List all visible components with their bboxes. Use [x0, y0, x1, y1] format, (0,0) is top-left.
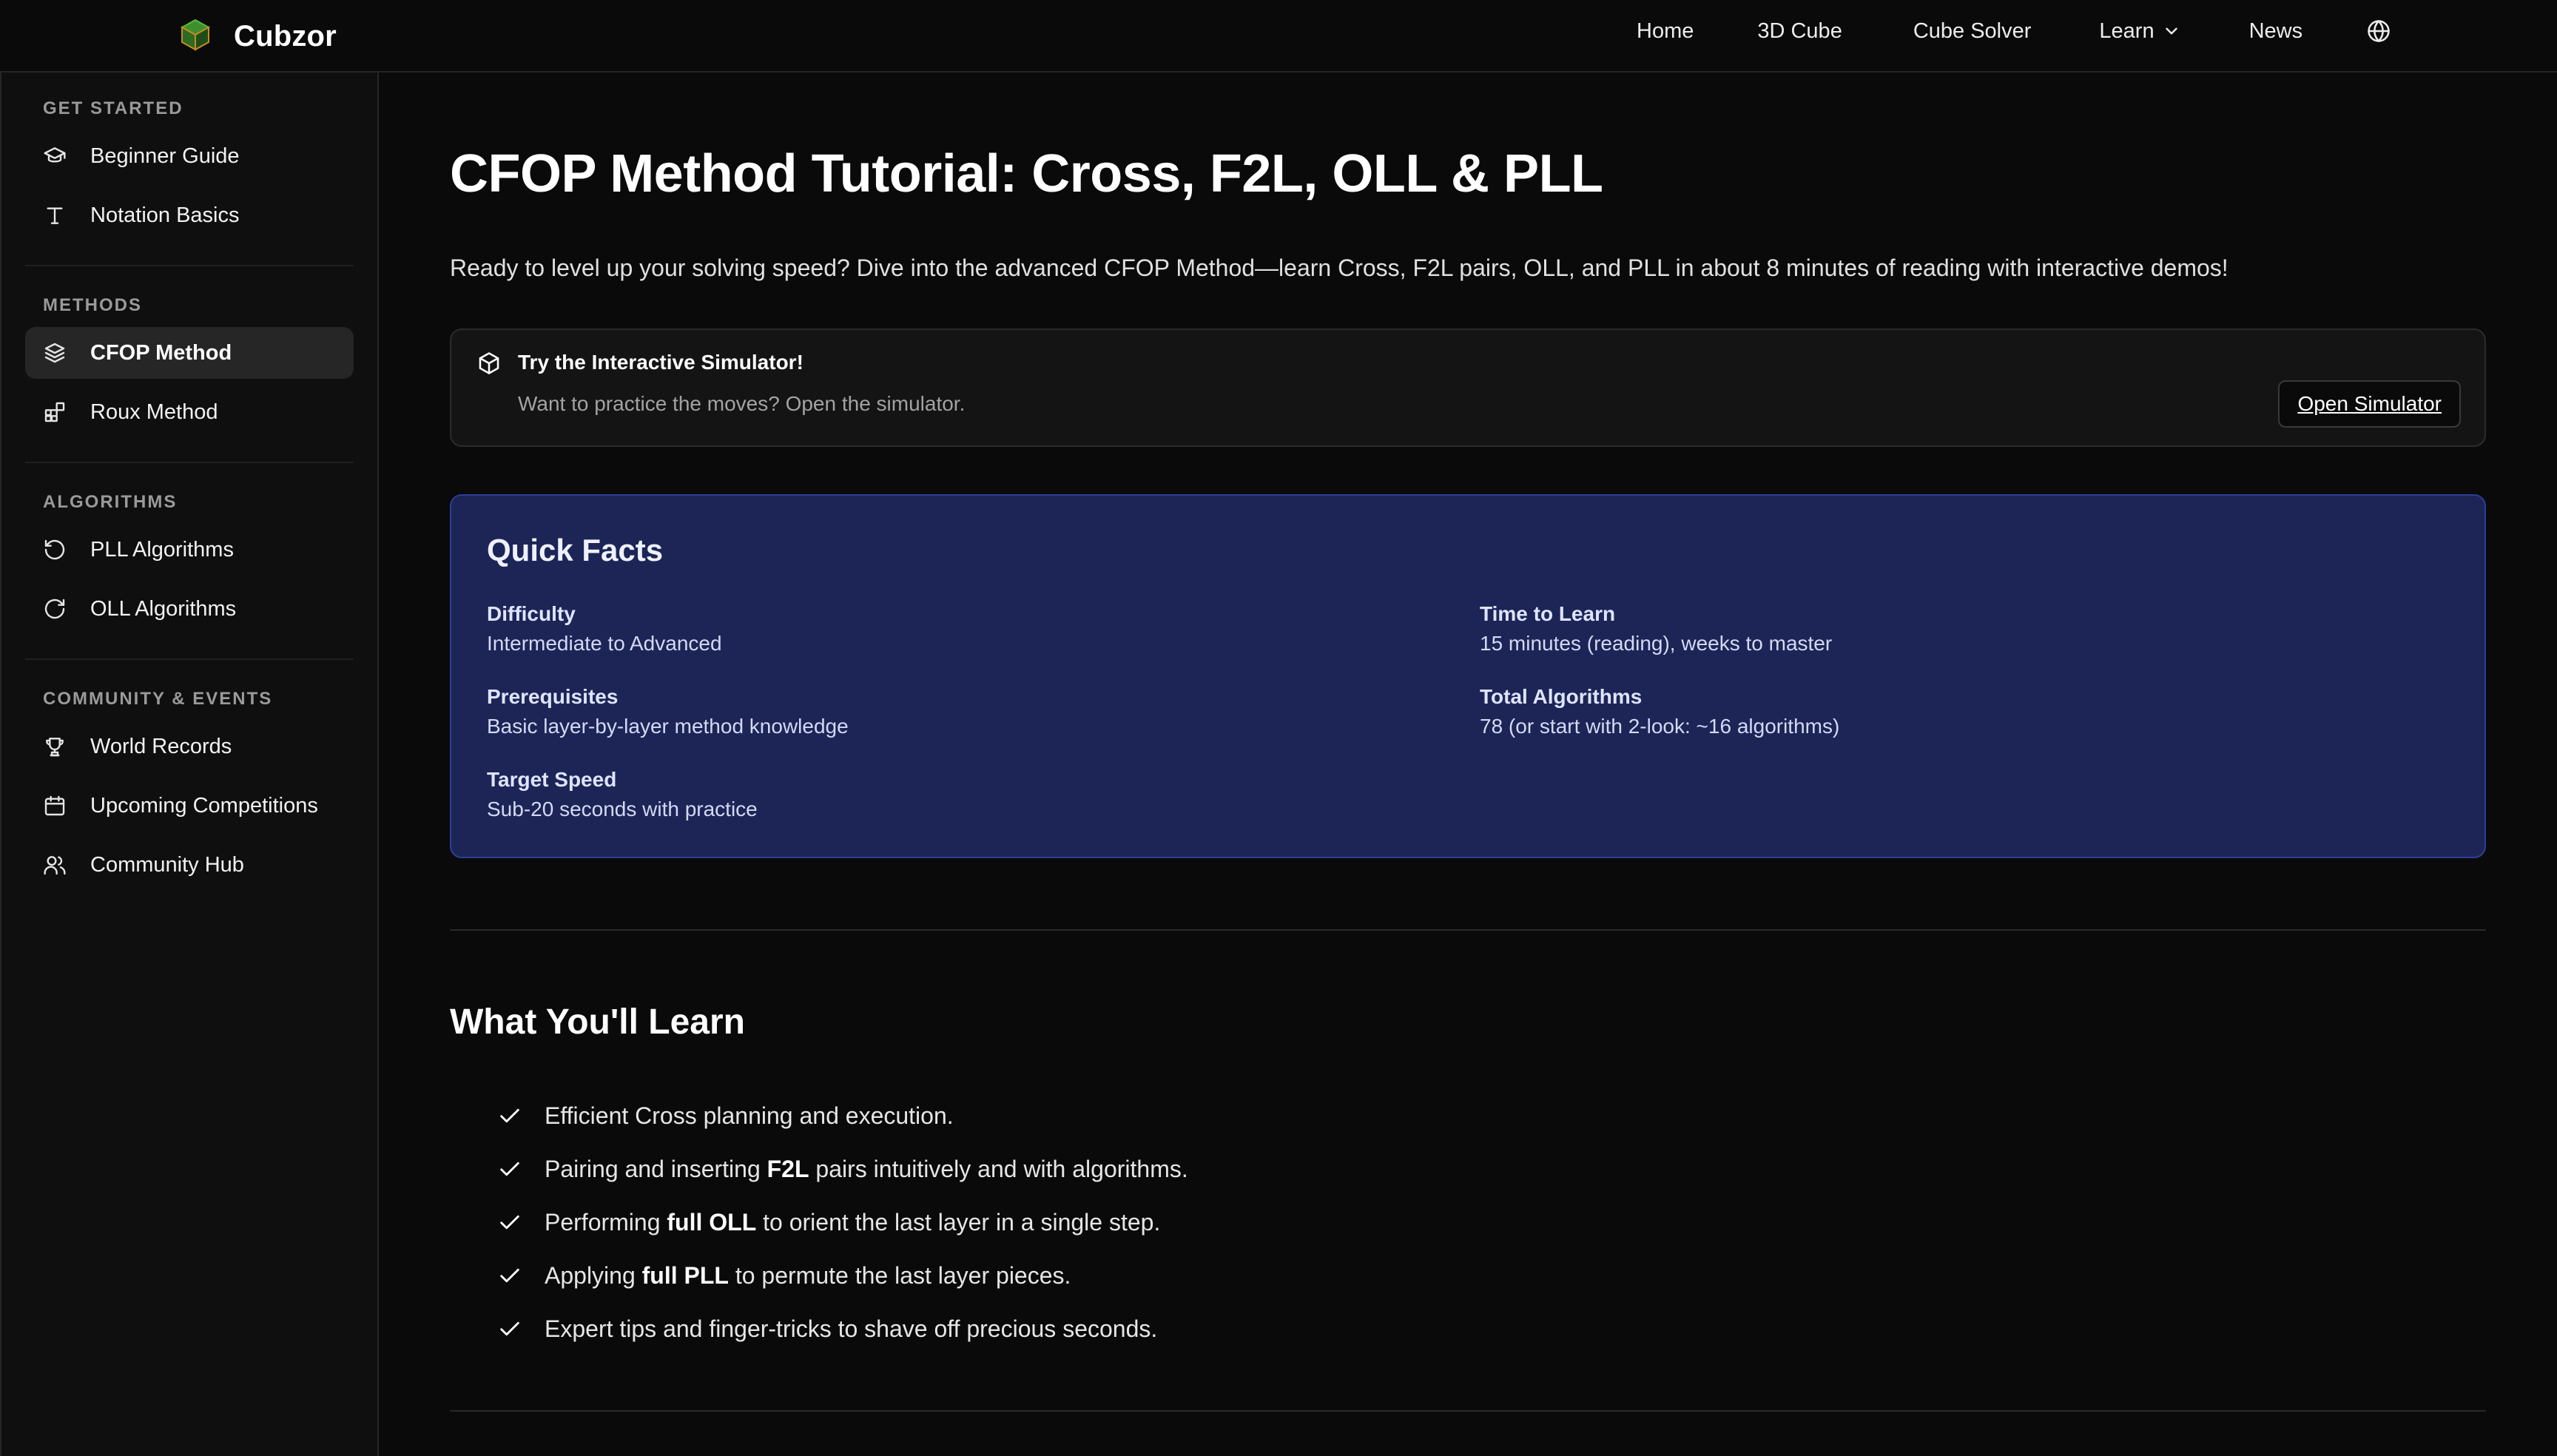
sidebar-section-get-started: GET STARTED Beginner Guide Notation Basi…: [25, 95, 354, 266]
nav-home-link[interactable]: Home: [1632, 13, 1698, 50]
page-title: CFOP Method Tutorial: Cross, F2L, OLL & …: [450, 144, 1603, 203]
sidebar-item-label: Notation Basics: [90, 203, 240, 227]
sidebar-section-algorithms: ALGORITHMS PLL Algorithms OLL Algorithms: [25, 488, 354, 660]
check-icon: [500, 1108, 519, 1123]
what-youll-learn-title: What You'll Learn: [450, 1002, 745, 1042]
trophy-icon: [46, 738, 64, 757]
fact-label: Target Speed: [487, 768, 617, 791]
graduation-cap-icon: [44, 147, 66, 163]
layers-icon: [44, 343, 65, 363]
sidebar-item-label: Community Hub: [90, 852, 244, 877]
learn-item-text: Pairing and inserting F2L pairs intuitiv…: [545, 1155, 1188, 1182]
language-selector[interactable]: [2366, 18, 2391, 44]
rotate-cw-icon: [44, 599, 65, 619]
list-item: Efficient Cross planning and execution.: [497, 1089, 1188, 1142]
fact-difficulty: Difficulty Intermediate to Advanced: [487, 602, 722, 661]
fact-total-algorithms: Total Algorithms 78 (or start with 2-loo…: [1480, 685, 1839, 744]
sidebar-item-label: Beginner Guide: [90, 144, 240, 168]
simulator-callout: Try the Interactive Simulator! Want to p…: [450, 328, 2486, 447]
sidebar-heading: COMMUNITY & EVENTS: [43, 689, 273, 709]
brand[interactable]: Cubzor: [178, 12, 337, 61]
check-icon: [500, 1215, 519, 1230]
list-item: Pairing and inserting F2L pairs intuitiv…: [497, 1142, 1188, 1196]
sidebar-item-pll-algorithms[interactable]: PLL Algorithms: [25, 524, 354, 576]
blocks-icon: [44, 402, 65, 422]
learn-item-text: Efficient Cross planning and execution.: [545, 1102, 954, 1129]
sidebar-item-label: Roux Method: [90, 400, 218, 424]
sidebar-item-label: PLL Algorithms: [90, 537, 234, 562]
sidebar-item-world-records[interactable]: World Records: [25, 721, 354, 772]
intro-paragraph: Ready to level up your solving speed? Di…: [450, 255, 2228, 281]
section-divider: [450, 1410, 2486, 1412]
learn-item-text: Applying full PLL to permute the last la…: [545, 1261, 1071, 1289]
nav-news-link[interactable]: News: [2245, 13, 2308, 50]
simulator-callout-title: Try the Interactive Simulator!: [518, 351, 804, 374]
nav-learn-dropdown[interactable]: Learn: [2095, 13, 2185, 50]
quick-facts-panel: Quick Facts Difficulty Intermediate to A…: [450, 494, 2486, 858]
fact-label: Total Algorithms: [1480, 685, 1643, 708]
fact-target-speed: Target Speed Sub-20 seconds with practic…: [487, 768, 758, 827]
sidebar-section-community: COMMUNITY & EVENTS World Records Upcomin…: [25, 685, 354, 914]
sidebar-item-label: CFOP Method: [90, 340, 232, 365]
top-navigation-bar: Cubzor Home 3D Cube Cube Solver Learn Ne…: [0, 0, 2557, 73]
learn-item-text: Performing full OLL to orient the last l…: [545, 1208, 1161, 1236]
section-divider: [450, 929, 2486, 931]
sidebar-heading: GET STARTED: [43, 98, 183, 118]
list-item: Performing full OLL to orient the last l…: [497, 1196, 1188, 1249]
sidebar-item-oll-algorithms[interactable]: OLL Algorithms: [25, 583, 354, 635]
text-type-icon: [47, 207, 63, 224]
check-icon: [500, 1321, 519, 1336]
fact-value: 78 (or start with 2-look: ~16 algorithms…: [1480, 715, 1840, 738]
sidebar-item-notation-basics[interactable]: Notation Basics: [25, 189, 354, 241]
nav-learn-label: Learn: [2099, 18, 2155, 43]
fact-value: Sub-20 seconds with practice: [487, 798, 758, 820]
cube-logo-icon: [178, 17, 213, 56]
nav-3d-cube-link[interactable]: 3D Cube: [1753, 13, 1846, 50]
check-icon: [500, 1162, 519, 1176]
globe-icon: [2368, 20, 2390, 42]
brand-name: Cubzor: [234, 19, 337, 53]
sidebar-heading: ALGORITHMS: [43, 492, 178, 512]
calendar-icon: [44, 795, 65, 816]
nav-cube-solver-link[interactable]: Cube Solver: [1909, 13, 2036, 50]
sidebar-item-label: Upcoming Competitions: [90, 793, 318, 818]
chevron-down-icon: [2165, 27, 2177, 35]
fact-label: Time to Learn: [1480, 602, 1616, 625]
sidebar: GET STARTED Beginner Guide Notation Basi…: [0, 73, 379, 1456]
fact-time-to-learn: Time to Learn 15 minutes (reading), week…: [1480, 602, 1832, 661]
sidebar-item-community-hub[interactable]: Community Hub: [25, 839, 354, 891]
sidebar-heading: METHODS: [43, 295, 142, 315]
quick-facts-title: Quick Facts: [487, 533, 664, 567]
main-nav: Home 3D Cube Cube Solver Learn News: [1632, 0, 2391, 62]
check-icon: [500, 1268, 519, 1283]
fact-value: Intermediate to Advanced: [487, 632, 722, 655]
learn-item-text: Expert tips and finger-tricks to shave o…: [545, 1315, 1158, 1342]
open-simulator-button[interactable]: Open Simulator: [2278, 380, 2461, 428]
sidebar-section-methods: METHODS CFOP Method Roux Method: [25, 291, 354, 463]
simulator-callout-description: Want to practice the moves? Open the sim…: [518, 392, 966, 415]
fact-prerequisites: Prerequisites Basic layer-by-layer metho…: [487, 685, 849, 744]
sidebar-item-label: OLL Algorithms: [90, 596, 237, 621]
fact-value: Basic layer-by-layer method knowledge: [487, 715, 849, 738]
sidebar-item-roux-method[interactable]: Roux Method: [25, 386, 354, 438]
rotate-ccw-icon: [44, 539, 65, 560]
fact-value: 15 minutes (reading), weeks to master: [1480, 632, 1833, 655]
main-content: CFOP Method Tutorial: Cross, F2L, OLL & …: [450, 73, 2486, 1456]
cube-outline-icon: [476, 351, 502, 376]
sidebar-item-label: World Records: [90, 734, 232, 758]
fact-label: Prerequisites: [487, 685, 619, 708]
users-icon: [44, 856, 66, 875]
fact-label: Difficulty: [487, 602, 576, 625]
sidebar-item-upcoming-competitions[interactable]: Upcoming Competitions: [25, 780, 354, 832]
sidebar-item-cfop-method[interactable]: CFOP Method: [25, 327, 354, 379]
list-item: Expert tips and finger-tricks to shave o…: [497, 1302, 1188, 1355]
sidebar-item-beginner-guide[interactable]: Beginner Guide: [25, 130, 354, 182]
learn-list: Efficient Cross planning and execution. …: [497, 1089, 1188, 1355]
list-item: Applying full PLL to permute the last la…: [497, 1249, 1188, 1302]
